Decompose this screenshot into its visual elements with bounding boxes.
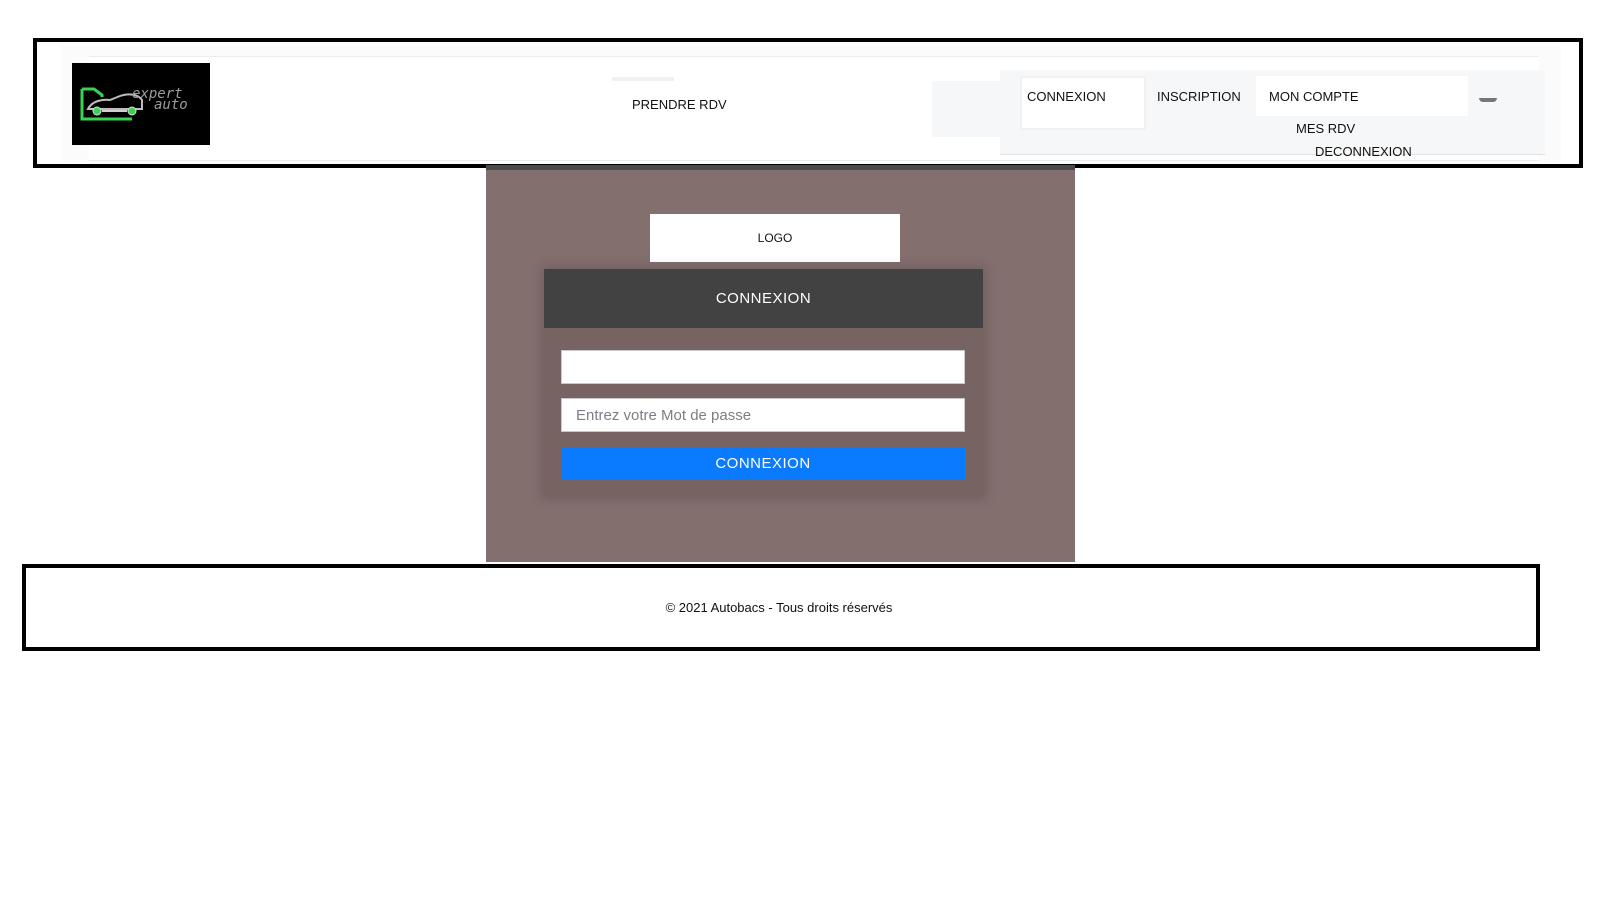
account-nav: CONNEXION INSCRIPTION MON COMPTE MES RDV…: [1000, 70, 1545, 159]
username-field[interactable]: [561, 350, 965, 384]
nav-prendre-rdv[interactable]: PRENDRE RDV: [632, 97, 727, 112]
nav-inscription[interactable]: INSCRIPTION: [1157, 89, 1241, 104]
nav-mon-compte[interactable]: MON COMPTE: [1269, 89, 1359, 104]
password-field[interactable]: [561, 398, 965, 432]
nav-divider: [612, 77, 674, 81]
chevron-down-icon[interactable]: [1479, 98, 1497, 102]
brand-logo[interactable]: expert auto: [72, 63, 210, 145]
login-card-title: CONNEXION: [544, 269, 983, 328]
footer-copyright: © 2021 Autobacs - Tous droits réservés: [665, 600, 893, 615]
dropdown-item-deconnexion[interactable]: DECONNEXION: [1315, 144, 1412, 159]
svg-text:auto: auto: [154, 97, 188, 113]
site-footer: © 2021 Autobacs - Tous droits réservés: [22, 564, 1540, 651]
nav-connexion[interactable]: CONNEXION: [1027, 89, 1106, 104]
dropdown-item-mes-rdv[interactable]: MES RDV: [1296, 121, 1355, 136]
car-logo-icon: expert auto: [80, 86, 188, 121]
login-submit-button[interactable]: CONNEXION: [561, 447, 965, 480]
logo-placeholder: LOGO: [650, 214, 900, 262]
login-card: CONNEXION CONNEXION: [544, 269, 983, 496]
nav-spacer: [932, 81, 1000, 137]
site-header: expert auto PRENDRE RDV CONNEXION INSCRI…: [33, 38, 1583, 168]
login-panel: LOGO CONNEXION CONNEXION: [486, 165, 1075, 562]
